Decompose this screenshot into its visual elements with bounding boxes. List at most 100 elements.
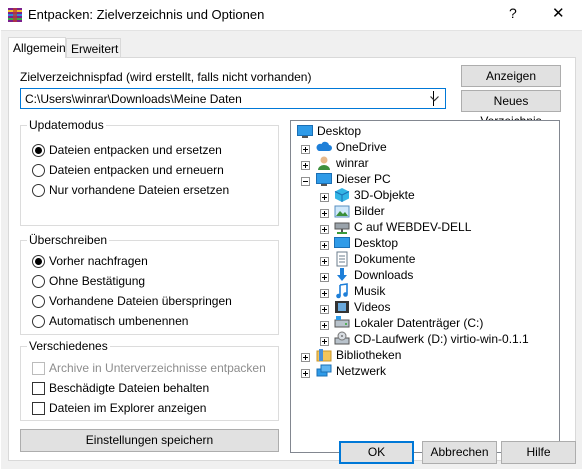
tree-item-documents[interactable]: Dokumente	[334, 251, 415, 267]
radio-dot[interactable]	[32, 314, 45, 328]
checkbox-box[interactable]	[32, 381, 45, 395]
checkbox-box[interactable]	[32, 361, 45, 375]
help-button[interactable]: Hilfe	[501, 441, 576, 464]
expand-button[interactable]	[320, 257, 329, 266]
tree-item-libraries[interactable]: Bibliotheken	[316, 347, 401, 363]
tree-item-label: C auf WEBDEV-DELL	[354, 220, 472, 234]
cancel-button[interactable]: Abbrechen	[422, 441, 497, 464]
tree-item-desktop-root[interactable]: Desktop	[297, 123, 361, 139]
film-icon	[335, 301, 349, 313]
tree-item-onedrive[interactable]: OneDrive	[316, 139, 387, 155]
overwrite-group: Überschreiben Vorher nachfragen Ohne Bes…	[20, 233, 279, 335]
tree-item-label: Bibliotheken	[336, 348, 402, 362]
radio-only-existing[interactable]: Nur vorhandene Dateien ersetzen	[32, 183, 229, 197]
radio-extract-replace[interactable]: Dateien entpacken und ersetzen	[32, 143, 222, 157]
radio-dot[interactable]	[32, 294, 45, 308]
expand-button[interactable]	[301, 369, 310, 378]
radio-auto-rename[interactable]: Automatisch umbenennen	[32, 314, 188, 328]
overwrite-title: Überschreiben	[27, 233, 110, 247]
expand-button[interactable]	[320, 321, 329, 330]
help-title-button[interactable]: ?	[509, 5, 517, 21]
cloud-icon	[316, 141, 332, 151]
help-button-label: Hilfe	[526, 445, 551, 459]
radio-extract-replace-label: Dateien entpacken und ersetzen	[49, 143, 222, 157]
pictures-icon	[334, 205, 350, 218]
tree-item-local-disk[interactable]: Lokaler Datenträger (C:)	[334, 315, 483, 331]
library-icon	[316, 349, 332, 362]
tab-erweitert[interactable]: Erweitert	[66, 38, 121, 57]
radio-dot[interactable]	[32, 183, 45, 197]
tree-item-network-drive[interactable]: C auf WEBDEV-DELL	[334, 219, 471, 235]
tree-item-3d-objects[interactable]: 3D-Objekte	[334, 187, 415, 203]
checkbox-show-in-explorer[interactable]: Dateien im Explorer anzeigen	[32, 401, 206, 415]
save-settings-button[interactable]: Einstellungen speichern	[20, 429, 279, 452]
tree-item-label: winrar	[336, 156, 369, 170]
tree-item-label: Musik	[354, 284, 386, 298]
expand-button[interactable]	[301, 161, 310, 170]
network-drive-icon	[334, 222, 350, 234]
desktop-icon	[334, 237, 350, 248]
dest-path-combobox[interactable]: C:\Users\winrar\Downloads\Meine Daten	[20, 88, 446, 109]
tree-item-label: Videos	[354, 300, 391, 314]
checkbox-show-in-explorer-label: Dateien im Explorer anzeigen	[49, 401, 207, 415]
expand-button[interactable]	[320, 193, 329, 202]
expand-button[interactable]	[301, 353, 310, 362]
computer-icon	[316, 173, 332, 186]
tree-item-network[interactable]: Netzwerk	[316, 363, 386, 379]
checkbox-keep-broken[interactable]: Beschädigte Dateien behalten	[32, 381, 209, 395]
new-folder-button[interactable]: Neues Verzeichnis	[461, 90, 561, 128]
radio-dot[interactable]	[32, 163, 45, 177]
tree-item-winrar[interactable]: winrar	[316, 155, 369, 171]
folder-tree[interactable]: Desktop OneDrive winrar Dieser PC 3D-Obj…	[290, 120, 560, 453]
close-icon[interactable]: ✕	[552, 4, 565, 22]
radio-ask-before-label: Vorher nachfragen	[49, 254, 148, 268]
documents-icon	[336, 251, 348, 267]
radio-only-existing-label: Nur vorhandene Dateien ersetzen	[49, 183, 230, 197]
tree-item-label: Desktop	[354, 236, 399, 250]
update-mode-group: Updatemodus Dateien entpacken und ersetz…	[20, 118, 279, 226]
save-settings-label: Einstellungen speichern	[85, 433, 214, 447]
show-button-label: Anzeigen	[485, 69, 537, 83]
expand-button[interactable]	[320, 273, 329, 282]
collapse-button[interactable]	[301, 177, 310, 186]
tree-item-pictures[interactable]: Bilder	[334, 203, 385, 219]
checkbox-box[interactable]	[32, 401, 45, 415]
tab-allgemein[interactable]: Allgemein	[8, 37, 66, 58]
expand-button[interactable]	[320, 225, 329, 234]
hard-drive-icon	[334, 316, 350, 328]
expand-button[interactable]	[320, 337, 329, 346]
expand-button[interactable]	[320, 241, 329, 250]
user-icon	[318, 156, 330, 170]
radio-skip-existing[interactable]: Vorhandene Dateien überspringen	[32, 294, 232, 308]
radio-ask-before[interactable]: Vorher nachfragen	[32, 254, 148, 268]
expand-button[interactable]	[320, 289, 329, 298]
title-bar: Entpacken: Zielverzeichnis und Optionen …	[0, 0, 583, 30]
expand-button[interactable]	[301, 145, 310, 154]
radio-skip-existing-label: Vorhandene Dateien überspringen	[49, 294, 232, 308]
tree-item-desktop[interactable]: Desktop	[334, 235, 398, 251]
cube-icon	[334, 188, 350, 202]
tree-item-this-pc[interactable]: Dieser PC	[316, 171, 391, 187]
radio-dot[interactable]	[32, 143, 45, 157]
tree-item-music[interactable]: Musik	[334, 283, 385, 299]
radio-dot[interactable]	[32, 274, 45, 288]
tree-item-cd-drive[interactable]: CD-Laufwerk (D:) virtio-win-0.1.1	[334, 331, 529, 347]
tree-item-videos[interactable]: Videos	[334, 299, 390, 315]
show-button[interactable]: Anzeigen	[461, 65, 561, 87]
expand-button[interactable]	[320, 305, 329, 314]
radio-extract-update[interactable]: Dateien entpacken und erneuern	[32, 163, 224, 177]
desktop-icon	[297, 125, 313, 138]
expand-button[interactable]	[320, 209, 329, 218]
ok-button[interactable]: OK	[339, 441, 414, 464]
tree-item-downloads[interactable]: Downloads	[334, 267, 413, 283]
tab-allgemein-label: Allgemein	[13, 41, 66, 55]
dest-path-value: C:\Users\winrar\Downloads\Meine Daten	[25, 92, 242, 106]
radio-without-confirm[interactable]: Ohne Bestätigung	[32, 274, 145, 288]
tree-item-label: Downloads	[354, 268, 414, 282]
chevron-down-icon[interactable]	[430, 96, 439, 102]
tree-item-label: Desktop	[317, 124, 362, 138]
radio-dot[interactable]	[32, 254, 45, 268]
radio-auto-rename-label: Automatisch umbenennen	[49, 314, 189, 328]
checkbox-extract-subfolders[interactable]: Archive in Unterverzeichnisse entpacken	[32, 361, 266, 375]
radio-without-confirm-label: Ohne Bestätigung	[49, 274, 146, 288]
